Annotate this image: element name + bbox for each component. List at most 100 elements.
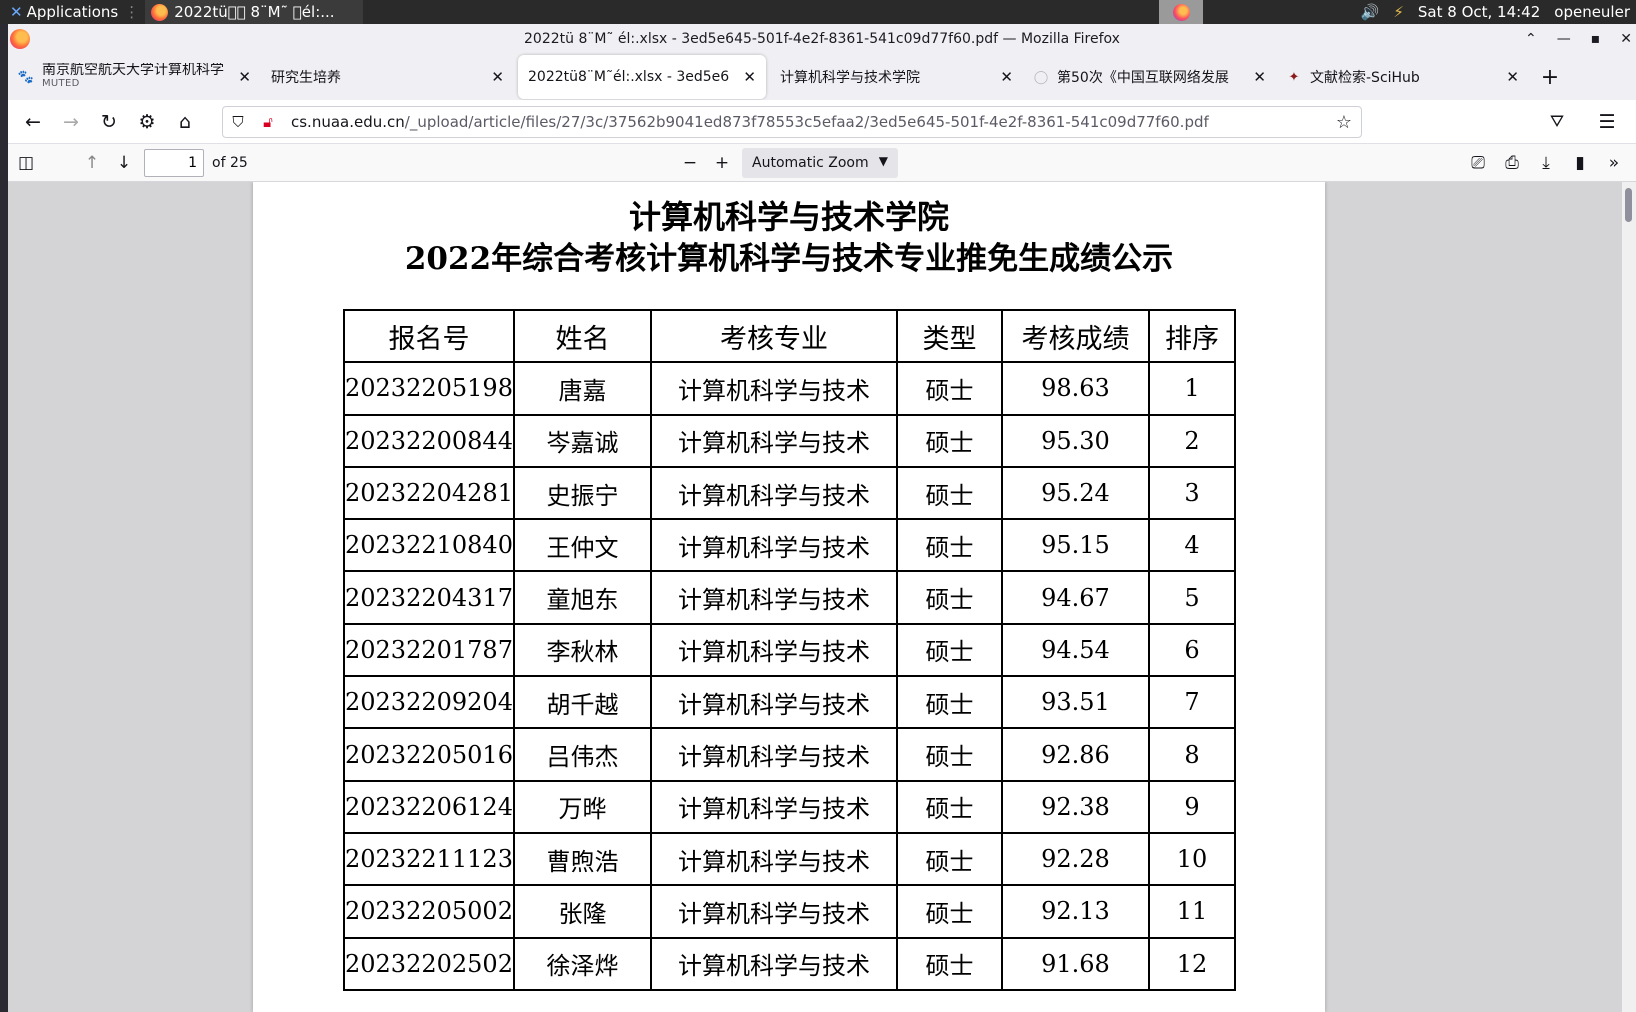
bookmark-star-icon[interactable]: ☆ bbox=[1327, 112, 1361, 133]
tab-strip: 🐾 南京航空航天大学计算机科学 MUTED ✕ 研究生培养 ✕ 2022tü8¨… bbox=[8, 54, 1636, 100]
table-cell: 8 bbox=[1147, 727, 1236, 782]
table-row: 20232205002 张隆 计算机科学与技术 硕士 92.13 11 bbox=[343, 884, 1236, 939]
table-cell: 计算机科学与技术 bbox=[649, 361, 898, 416]
firefox-window: 2022tü 8¨M˜ él:.xlsx - 3ed5e645-501f-4e2… bbox=[8, 24, 1636, 1012]
pdf-toolbar: ◫ ↑ ↓ of 25 − + Automatic Zoom ▼ ⎚ ⎙ ⤓ ▮… bbox=[8, 144, 1636, 182]
reload-icon: ↻ bbox=[101, 110, 117, 133]
shade-icon[interactable]: ⌃ bbox=[1525, 31, 1537, 47]
table-cell: 98.63 bbox=[1000, 361, 1150, 416]
table-cell: 11 bbox=[1147, 884, 1236, 939]
taskbar-firefox-window[interactable]: 2022tü   8¨M˜  él:... bbox=[145, 0, 364, 24]
tab-cs-college[interactable]: 计算机科学与技术学院 ✕ bbox=[770, 55, 1023, 99]
tab-label: 2022tü8¨M˜él:.xlsx - 3ed5e6 bbox=[528, 69, 730, 85]
arrow-right-icon: → bbox=[63, 110, 79, 133]
close-tab-icon[interactable]: ✕ bbox=[491, 68, 504, 86]
firefox-icon bbox=[1172, 3, 1190, 21]
sidebar-icon: ◫ bbox=[17, 152, 35, 173]
new-tab-button[interactable]: + bbox=[1533, 60, 1567, 94]
window-title: 2022tü 8¨M˜ él:.xlsx - 3ed5e645-501f-4e2… bbox=[524, 31, 1120, 47]
close-tab-icon[interactable]: ✕ bbox=[1000, 68, 1013, 86]
reload-button[interactable]: ↻ bbox=[90, 106, 128, 138]
table-cell: 计算机科学与技术 bbox=[649, 936, 898, 991]
table-cell: 20232205002 bbox=[343, 884, 515, 939]
home-button[interactable]: ⌂ bbox=[166, 106, 204, 138]
task-label: 2022tü   8¨M˜  él:... bbox=[174, 3, 335, 21]
user-menu[interactable]: openeuler bbox=[1554, 3, 1630, 21]
vertical-scrollbar[interactable] bbox=[1622, 182, 1636, 1012]
maximize-icon[interactable]: ▪ bbox=[1591, 31, 1601, 47]
separator-icon: ⋮ bbox=[124, 3, 140, 21]
table-cell: 计算机科学与技术 bbox=[649, 884, 898, 939]
minimize-icon[interactable]: — bbox=[1557, 31, 1571, 47]
presentation-mode-button[interactable]: ⎚ bbox=[1462, 148, 1494, 178]
previous-page-button[interactable]: ↑ bbox=[76, 148, 108, 178]
table-row: 20232210840 王仲文 计算机科学与技术 硕士 95.15 4 bbox=[343, 518, 1236, 573]
table-cell: 20232206124 bbox=[343, 779, 515, 834]
pocket-icon[interactable]: ⛛ bbox=[1538, 106, 1576, 138]
taskbar-firefox-launcher[interactable] bbox=[1159, 0, 1203, 24]
document-subtitle: 2022年综合考核计算机科学与技术专业推免生成绩公示 bbox=[404, 241, 1174, 277]
tab-nuaa-home[interactable]: 🐾 南京航空航天大学计算机科学 MUTED ✕ bbox=[8, 55, 261, 99]
shield-icon[interactable]: ⛉ bbox=[223, 113, 253, 131]
table-cell: 王仲文 bbox=[512, 518, 652, 573]
table-cell: 20232210840 bbox=[343, 518, 515, 573]
tab-cnnic-report[interactable]: ◯ 第50次《中国互联网络发展 ✕ bbox=[1023, 55, 1276, 99]
table-cell: 童旭东 bbox=[512, 570, 652, 625]
save-button[interactable]: ⤓ bbox=[1530, 148, 1562, 178]
table-row: 20232209204 胡千越 计算机科学与技术 硕士 93.51 7 bbox=[343, 675, 1236, 730]
close-window-icon[interactable]: ✕ bbox=[1620, 31, 1632, 47]
table-body: 20232205198 唐嘉 计算机科学与技术 硕士 98.63 1 20232200844… bbox=[343, 361, 1236, 991]
tab-muted-label: MUTED bbox=[42, 78, 80, 89]
page-number-input[interactable] bbox=[144, 148, 204, 177]
applications-icon: ✕ bbox=[10, 3, 23, 21]
pdf-viewer[interactable]: 计算机科学与技术学院 2022年综合考核计算机科学与技术专业推免生成绩公示 报名… bbox=[8, 182, 1636, 1012]
applications-label: Applications bbox=[26, 3, 119, 21]
close-tab-icon[interactable]: ✕ bbox=[743, 68, 756, 86]
table-cell: 计算机科学与技术 bbox=[649, 831, 898, 887]
applications-menu[interactable]: ✕ Applications ⋮ bbox=[0, 0, 139, 24]
table-row: 20232205016 吕伟杰 计算机科学与技术 硕士 92.86 8 bbox=[343, 727, 1236, 782]
zoom-in-button[interactable]: + bbox=[706, 148, 738, 178]
tab-scihub[interactable]: ✦ 文献检索-SciHub ✕ bbox=[1276, 55, 1529, 99]
zoom-out-button[interactable]: − bbox=[674, 148, 706, 178]
close-tab-icon[interactable]: ✕ bbox=[1506, 68, 1519, 86]
column-header: 考核成绩 bbox=[1000, 308, 1150, 364]
table-cell: 4 bbox=[1147, 518, 1236, 573]
forward-button[interactable]: → bbox=[52, 106, 90, 138]
volume-icon[interactable]: 🔊 bbox=[1361, 3, 1380, 21]
score-table: 报名号 姓名 考核专业 类型 考核成绩 排序 20232205198 唐嘉 计算机科… bbox=[343, 308, 1236, 991]
table-cell: 计算机科学与技术 bbox=[649, 779, 898, 834]
menu-icon[interactable]: ☰ bbox=[1588, 106, 1626, 138]
close-tab-icon[interactable]: ✕ bbox=[1253, 68, 1266, 86]
tab-pdf-active[interactable]: 2022tü8¨M˜él:.xlsx - 3ed5e6 ✕ bbox=[518, 55, 766, 99]
tab-graduate-training[interactable]: 研究生培养 ✕ bbox=[261, 55, 514, 99]
column-header: 类型 bbox=[895, 308, 1003, 364]
plus-icon: + bbox=[1540, 64, 1560, 90]
table-cell: 吕伟杰 bbox=[512, 727, 652, 782]
bookmark-button[interactable]: ▮ bbox=[1564, 148, 1596, 178]
url-bar[interactable]: ⛉ 🔓︎ cs.nuaa.edu.cn/_upload/article/file… bbox=[222, 106, 1362, 138]
url-host: cs.nuaa.edu.cn bbox=[291, 113, 405, 131]
close-tab-icon[interactable]: ✕ bbox=[238, 68, 251, 86]
url-text[interactable]: cs.nuaa.edu.cn/_upload/article/files/27/… bbox=[283, 113, 1327, 131]
table-cell: 硕士 bbox=[895, 675, 1003, 730]
next-page-button[interactable]: ↓ bbox=[108, 148, 140, 178]
table-row: 20232202502 徐泽烨 计算机科学与技术 硕士 91.68 12 bbox=[343, 936, 1236, 991]
extensions-button[interactable]: ⚙ bbox=[128, 106, 166, 138]
clock[interactable]: Sat 8 Oct, 14:42 bbox=[1418, 3, 1540, 21]
plus-icon: + bbox=[714, 153, 730, 173]
zoom-select[interactable]: Automatic Zoom ▼ bbox=[742, 148, 898, 178]
insecure-lock-icon[interactable]: 🔓︎ bbox=[253, 113, 283, 131]
scrollbar-thumb[interactable] bbox=[1625, 188, 1632, 222]
table-cell: 20232211123 bbox=[343, 831, 515, 887]
window-titlebar[interactable]: 2022tü 8¨M˜ él:.xlsx - 3ed5e645-501f-4e2… bbox=[8, 24, 1636, 54]
tools-button[interactable]: » bbox=[1598, 148, 1630, 178]
network-icon[interactable]: ⚡ bbox=[1393, 3, 1404, 21]
sidebar-toggle-button[interactable]: ◫ bbox=[10, 148, 42, 178]
zoom-value: Automatic Zoom bbox=[752, 155, 869, 171]
print-button[interactable]: ⎙ bbox=[1496, 148, 1528, 178]
column-header: 考核专业 bbox=[649, 308, 898, 364]
table-cell: 硕士 bbox=[895, 413, 1003, 468]
url-path: /_upload/article/files/27/3c/37562b9041e… bbox=[404, 113, 1209, 131]
back-button[interactable]: ← bbox=[14, 106, 52, 138]
